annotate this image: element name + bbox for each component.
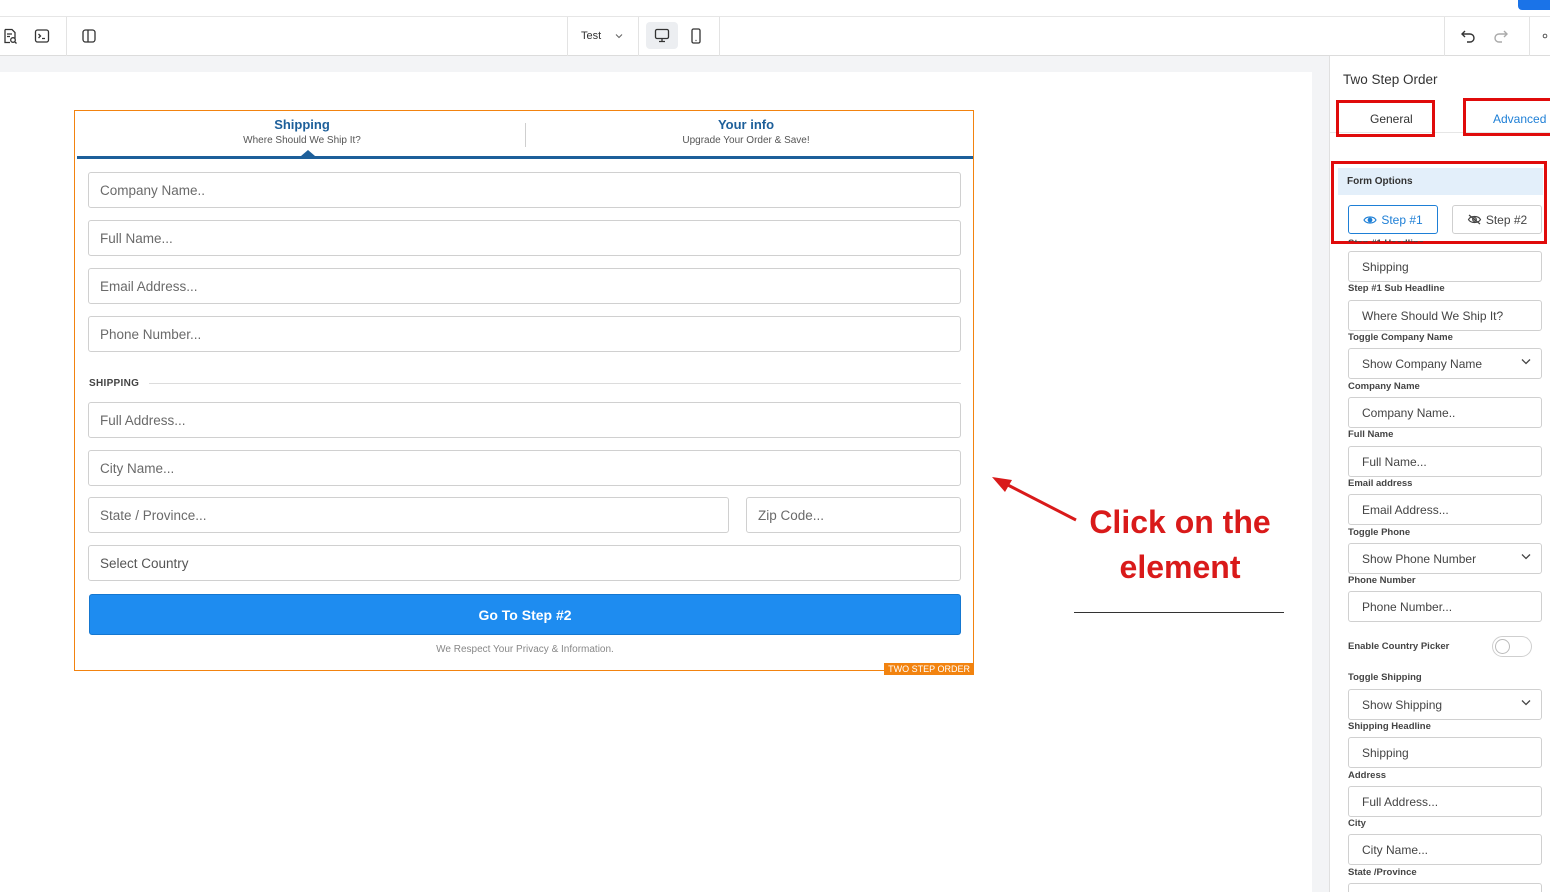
tab-your-info[interactable]: Your info Upgrade Your Order & Save! <box>521 117 971 146</box>
annotation-line: element <box>1119 549 1241 585</box>
tab-shipping[interactable]: Shipping Where Should We Ship It? <box>77 117 527 146</box>
annotation-underline <box>1074 612 1284 613</box>
field-label: Toggle Phone <box>1348 527 1411 538</box>
toggle-phone-select[interactable]: Show Phone Number <box>1348 543 1542 574</box>
toolbar-divider <box>66 17 67 56</box>
shipping-section-label: SHIPPING <box>89 378 140 389</box>
tab-title: Shipping <box>274 117 330 132</box>
toolbar-divider <box>567 17 568 56</box>
page-select-value: Test <box>581 30 602 42</box>
account-icon[interactable] <box>1540 26 1550 46</box>
phone-input[interactable]: Phone Number... <box>88 316 961 352</box>
toggle-shipping-select[interactable]: Show Shipping <box>1348 689 1542 720</box>
address-input[interactable]: Full Address... <box>88 402 961 438</box>
city-input[interactable]: City Name... <box>88 450 961 486</box>
publish-button[interactable] <box>1518 0 1550 10</box>
chevron-down-icon <box>1521 700 1531 706</box>
field-label: Email address <box>1348 478 1413 489</box>
toggle-company-select[interactable]: Show Company Name <box>1348 348 1542 379</box>
go-to-step-2-button[interactable]: Go To Step #2 <box>89 594 961 635</box>
tab-subtitle: Upgrade Your Order & Save! <box>682 135 810 146</box>
tabs-progress-bar <box>77 156 973 159</box>
toolbar-divider <box>1444 17 1445 56</box>
chevron-down-icon <box>1521 554 1531 560</box>
highlight-box-form-options <box>1331 161 1547 244</box>
company-name-input[interactable]: Company Name.. <box>1348 397 1542 428</box>
step-1-subheadline-input[interactable]: Where Should We Ship It? <box>1348 300 1542 331</box>
element-type-tag: TWO STEP ORDER <box>884 663 974 675</box>
full-name-input[interactable]: Full Name... <box>1348 446 1542 477</box>
field-label: Step #1 Headline <box>1348 238 1424 242</box>
full-name-input[interactable]: Full Name... <box>88 220 961 256</box>
field-label: Enable Country Picker <box>1348 641 1450 652</box>
annotation-line: Click on the <box>1089 504 1271 540</box>
tab-title: Your info <box>717 117 775 132</box>
field-label: Address <box>1348 770 1387 781</box>
email-input[interactable]: Email Address... <box>88 268 961 304</box>
editor-toolbar: Test <box>0 17 1550 56</box>
highlight-box-advanced <box>1463 98 1550 136</box>
toolbar-divider <box>1529 17 1530 56</box>
field-label: Full Name <box>1348 429 1394 440</box>
state-input[interactable] <box>1348 883 1542 892</box>
annotation-text: Click on the element <box>1080 500 1280 590</box>
field-label: City <box>1348 818 1366 829</box>
page-select-dropdown[interactable]: Test <box>572 26 632 46</box>
field-label: Phone Number <box>1348 575 1416 586</box>
phone-input[interactable]: Phone Number... <box>1348 591 1542 622</box>
undo-icon[interactable] <box>1458 26 1478 46</box>
mobile-view-button[interactable] <box>686 26 706 46</box>
panel-title: Two Step Order <box>1343 72 1438 87</box>
step-1-headline-input[interactable]: Shipping <box>1348 251 1542 282</box>
toolbar-divider <box>719 17 720 56</box>
address-input[interactable]: Full Address... <box>1348 786 1542 817</box>
code-console-icon[interactable] <box>32 26 52 46</box>
chevron-down-icon <box>615 34 623 39</box>
two-step-order-form[interactable]: Shipping Where Should We Ship It? Your i… <box>74 110 974 675</box>
mobile-icon <box>691 28 701 44</box>
shipping-headline-input[interactable]: Shipping <box>1348 737 1542 768</box>
layout-columns-icon[interactable] <box>79 26 99 46</box>
select-value: Show Phone Number <box>1362 551 1477 566</box>
privacy-note: We Respect Your Privacy & Information. <box>436 644 614 655</box>
field-label: State /Province <box>1348 867 1417 878</box>
zip-input[interactable]: Zip Code... <box>746 497 961 533</box>
city-input[interactable]: City Name... <box>1348 834 1542 865</box>
tab-subtitle: Where Should We Ship It? <box>243 135 361 146</box>
page-search-icon[interactable] <box>0 26 20 46</box>
field-label: Toggle Company Name <box>1348 332 1453 343</box>
toolbar-divider <box>638 17 639 56</box>
company-name-input[interactable]: Company Name.. <box>88 172 961 208</box>
country-select[interactable]: Select Country <box>88 545 961 581</box>
top-strip <box>0 0 1550 17</box>
field-label: Toggle Shipping <box>1348 672 1422 683</box>
select-value: Show Shipping <box>1362 697 1443 712</box>
redo-icon[interactable] <box>1491 26 1511 46</box>
country-picker-toggle[interactable] <box>1492 636 1532 657</box>
select-value: Show Company Name <box>1362 356 1483 371</box>
field-label: Shipping Headline <box>1348 721 1431 732</box>
highlight-box-general <box>1336 100 1435 137</box>
chevron-down-icon <box>1521 359 1531 365</box>
email-input[interactable]: Email Address... <box>1348 494 1542 525</box>
section-divider <box>149 383 961 384</box>
state-input[interactable]: State / Province... <box>88 497 729 533</box>
toggle-knob <box>1495 639 1510 654</box>
desktop-view-button[interactable] <box>646 22 678 49</box>
field-label: Step #1 Sub Headline <box>1348 283 1445 294</box>
desktop-icon <box>654 28 670 43</box>
settings-panel: Two Step Order General Advanced Form Opt… <box>1329 56 1550 892</box>
annotation-arrow-icon <box>992 477 1077 522</box>
field-label: Company Name <box>1348 381 1420 392</box>
